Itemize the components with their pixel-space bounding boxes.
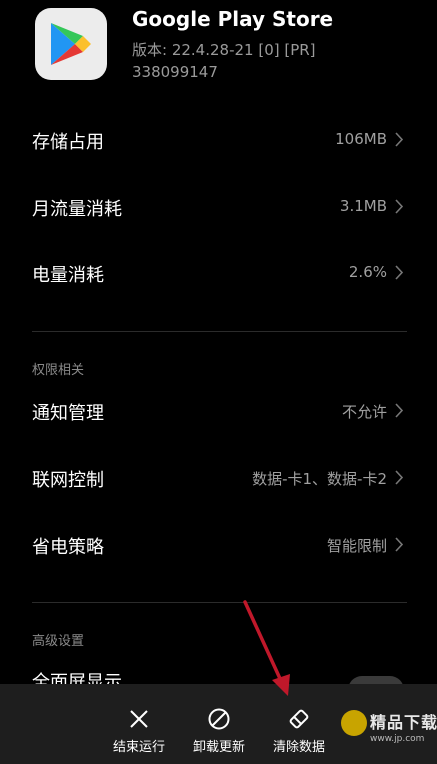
row-label: 省电策略 (32, 537, 104, 558)
app-build-number: 338099147 (132, 63, 218, 81)
row-label: 月流量消耗 (32, 199, 122, 220)
battery-saver-policy-row[interactable]: 省电策略 智能限制 (0, 523, 437, 567)
chevron-right-icon (391, 470, 406, 485)
google-play-icon (35, 8, 107, 80)
app-name: Google Play Store (132, 7, 334, 31)
section-title-permissions: 权限相关 (32, 363, 85, 378)
chevron-right-icon (391, 199, 406, 214)
clear-data-button[interactable]: 清除数据 (260, 684, 338, 764)
row-value: 数据-卡1、数据-卡2 (252, 470, 387, 488)
eraser-icon (288, 708, 310, 730)
app-header: Google Play Store 版本: 22.4.28-21 [0] [PR… (0, 0, 437, 100)
row-value: 106MB (335, 130, 387, 148)
watermark-text: 精品下载 (370, 713, 437, 732)
battery-usage-row[interactable]: 电量消耗 2.6% (0, 251, 437, 295)
watermark-url: www.jp.com (370, 734, 425, 744)
divider (32, 331, 407, 332)
uninstall-updates-label: 卸载更新 (192, 740, 245, 755)
block-icon (208, 708, 230, 730)
row-label: 联网控制 (32, 470, 104, 491)
divider (32, 602, 407, 603)
section-title-advanced: 高级设置 (32, 634, 85, 649)
data-usage-row[interactable]: 月流量消耗 3.1MB (0, 185, 437, 229)
watermark-logo (341, 710, 367, 736)
network-control-row[interactable]: 联网控制 数据-卡1、数据-卡2 (0, 456, 437, 500)
row-value: 2.6% (348, 263, 387, 281)
force-stop-label: 结束运行 (112, 740, 165, 755)
annotation-arrow (243, 600, 290, 696)
chevron-right-icon (391, 403, 406, 418)
row-label: 存储占用 (32, 132, 104, 153)
row-value: 3.1MB (339, 197, 387, 215)
app-version: 版本: 22.4.28-21 [0] [PR] (132, 41, 316, 59)
notification-management-row[interactable]: 通知管理 不允许 (0, 389, 437, 433)
clear-data-label: 清除数据 (272, 740, 325, 755)
close-icon (128, 708, 150, 730)
row-label: 通知管理 (32, 403, 104, 424)
watermark: 精品下载 www.jp.com (341, 704, 437, 754)
row-label: 电量消耗 (32, 265, 104, 286)
chevron-right-icon (391, 537, 406, 552)
storage-usage-row[interactable]: 存储占用 106MB (0, 118, 437, 162)
row-value: 智能限制 (326, 537, 387, 555)
row-value: 不允许 (341, 403, 387, 421)
chevron-right-icon (391, 132, 406, 147)
uninstall-updates-button[interactable]: 卸载更新 (180, 684, 258, 764)
chevron-right-icon (391, 265, 406, 280)
force-stop-button[interactable]: 结束运行 (100, 684, 178, 764)
